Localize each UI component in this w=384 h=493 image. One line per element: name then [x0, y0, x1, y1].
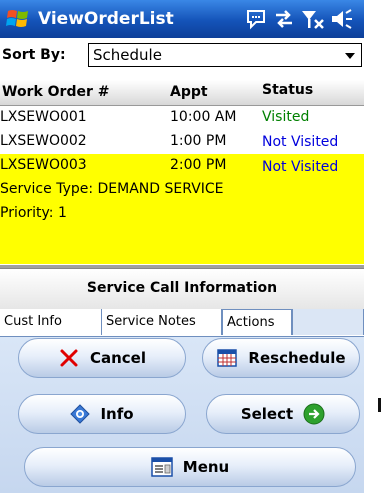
status-text: Not Visited	[262, 134, 339, 150]
list-item[interactable]: LXSEWO001 10:00 AM Visited	[0, 106, 364, 128]
tab-actions[interactable]: Actions	[222, 309, 292, 335]
device-screen: ViewOrderList Sort By: Schedule Work Ord…	[0, 0, 364, 493]
calendar-icon	[217, 349, 238, 367]
title-bar: ViewOrderList	[0, 0, 364, 38]
column-header-status[interactable]: Status	[262, 82, 313, 98]
service-type-detail: Service Type: DEMAND SERVICE	[0, 181, 224, 197]
close-icon	[60, 349, 78, 367]
signal-off-icon[interactable]	[300, 8, 326, 30]
reschedule-button[interactable]: Reschedule	[202, 338, 360, 378]
list-header: Work Order # Appt Status	[0, 80, 364, 106]
volume-icon[interactable]	[330, 8, 354, 30]
selected-list-item[interactable]: LXSEWO003 2:00 PM Not Visited Service Ty…	[0, 154, 364, 264]
column-header-appt[interactable]: Appt	[170, 84, 208, 100]
cancel-button-label: Cancel	[89, 349, 146, 367]
edge-marker	[378, 398, 381, 412]
chevron-down-icon[interactable]	[345, 53, 355, 59]
list-item[interactable]: LXSEWO002 1:00 PM Not Visited	[0, 130, 364, 152]
work-order-number: LXSEWO002	[0, 133, 87, 149]
sort-row: Sort By: Schedule	[0, 38, 364, 74]
service-call-header: Service Call Information	[0, 268, 364, 310]
cancel-button[interactable]: Cancel	[18, 338, 186, 378]
menu-button-label: Menu	[182, 458, 230, 476]
column-header-work-order[interactable]: Work Order #	[2, 84, 109, 100]
menu-button[interactable]: Menu	[24, 447, 356, 487]
select-button[interactable]: Select	[206, 394, 360, 434]
priority-detail: Priority: 1	[0, 205, 67, 221]
arrow-right-circle-icon	[303, 403, 325, 425]
status-text: Visited	[262, 109, 310, 125]
menu-icon	[151, 457, 173, 477]
work-order-list: Work Order # Appt Status LXSEWO001 10:00…	[0, 80, 364, 269]
app-title: ViewOrderList	[38, 9, 174, 29]
select-button-label: Select	[240, 405, 294, 423]
info-button[interactable]: Info	[18, 394, 186, 434]
reschedule-button-label: Reschedule	[248, 349, 346, 367]
action-button-panel: Cancel Reschedule Info Select Menu	[0, 337, 364, 493]
tab-service-notes[interactable]: Service Notes	[102, 309, 222, 335]
message-icon[interactable]	[245, 8, 267, 30]
appointment-time: 1:00 PM	[170, 133, 227, 149]
tab-bar: Cust Info Service Notes Actions	[0, 309, 364, 337]
work-order-number: LXSEWO001	[0, 109, 87, 125]
windows-logo-icon[interactable]	[6, 7, 30, 31]
info-icon	[70, 404, 91, 424]
status-text: Not Visited	[262, 159, 339, 175]
sort-by-label: Sort By:	[2, 47, 66, 63]
sort-by-dropdown[interactable]: Schedule	[88, 43, 362, 67]
connectivity-icon[interactable]	[272, 8, 296, 30]
tab-cust-info[interactable]: Cust Info	[0, 309, 102, 335]
info-button-label: Info	[100, 405, 134, 423]
work-order-number: LXSEWO003	[0, 157, 87, 173]
sort-by-value: Schedule	[93, 46, 162, 64]
tab-strip-filler	[292, 309, 364, 335]
appointment-time: 10:00 AM	[170, 109, 237, 125]
appointment-time: 2:00 PM	[170, 157, 227, 173]
